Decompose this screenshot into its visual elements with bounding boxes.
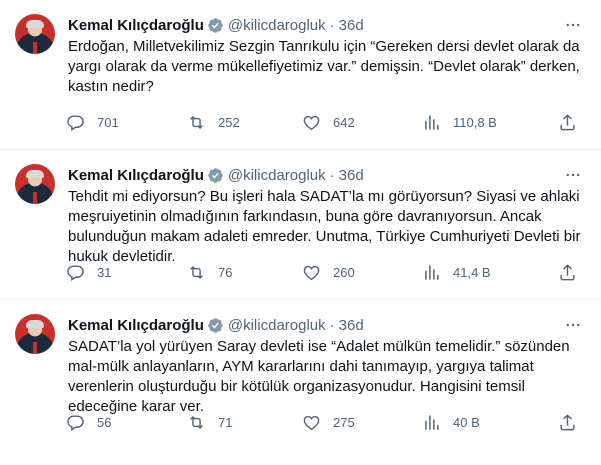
verified-badge-icon (207, 167, 224, 184)
author-name[interactable]: Kemal Kılıçdaroğlu (68, 17, 204, 34)
avatar[interactable] (15, 14, 55, 54)
retweet-count: 252 (218, 115, 240, 130)
retweet-icon (190, 115, 203, 130)
views-button[interactable]: 40 B (422, 413, 480, 432)
like-heart-icon (303, 115, 320, 131)
tweet-text: Erdoğan, Milletvekilimiz Sezgin Tanrıkul… (68, 38, 580, 95)
tweet-header: Kemal Kılıçdaroğlu @kilicdarogluk · 36d (68, 315, 586, 335)
like-button[interactable]: 275 (302, 413, 355, 432)
author-name[interactable]: Kemal Kılıçdaroğlu (68, 167, 204, 184)
reply-button[interactable]: 701 (66, 113, 119, 132)
views-bar-chart-icon (425, 265, 439, 280)
separator-dot: · (329, 166, 335, 184)
retweet-count: 71 (218, 415, 233, 430)
views-bar-chart-icon (425, 415, 439, 430)
author-handle[interactable]: @kilicdarogluk (228, 317, 326, 334)
views-count: 40 B (453, 415, 480, 430)
retweet-button[interactable]: 252 (187, 113, 240, 132)
reply-button[interactable]: 31 (66, 263, 111, 282)
share-button[interactable] (558, 263, 577, 282)
tweet-timestamp[interactable]: 36d (339, 17, 364, 34)
retweet-button[interactable]: 71 (187, 413, 232, 432)
like-heart-icon (303, 265, 320, 281)
verified-badge-icon (207, 317, 224, 334)
reply-count: 56 (97, 415, 112, 430)
author-handle[interactable]: @kilicdarogluk (228, 167, 326, 184)
share-button[interactable] (558, 413, 577, 432)
like-button[interactable]: 260 (302, 263, 355, 282)
views-count: 110,8 B (453, 115, 497, 130)
reply-count: 701 (97, 115, 119, 130)
avatar[interactable] (15, 164, 55, 204)
tweet-text: Tehdit mi ediyorsun? Bu işleri hala SADA… (68, 188, 581, 265)
tweet-feed: Kemal Kılıçdaroğlu @kilicdarogluk · 36d … (0, 0, 601, 465)
separator-dot: · (329, 16, 335, 34)
like-count: 275 (333, 415, 355, 430)
action-bar: 701 252 642 110,8 B (66, 113, 585, 133)
author-name[interactable]: Kemal Kılıçdaroğlu (68, 317, 204, 334)
retweet-icon (190, 415, 203, 430)
avatar[interactable] (15, 314, 55, 354)
reply-icon (67, 265, 84, 281)
verified-badge-icon (207, 17, 224, 34)
action-bar: 56 71 275 40 B (66, 413, 585, 433)
separator-dot: · (329, 316, 335, 334)
like-button[interactable]: 642 (302, 113, 355, 132)
more-horizontal-icon[interactable] (563, 316, 583, 334)
tweet-header: Kemal Kılıçdaroğlu @kilicdarogluk · 36d (68, 165, 586, 185)
views-count: 41,4 B (453, 265, 491, 280)
reply-icon (67, 115, 84, 131)
tweet-timestamp[interactable]: 36d (339, 317, 364, 334)
share-upload-icon (560, 114, 575, 131)
action-bar: 31 76 260 41,4 B (66, 263, 585, 283)
views-button[interactable]: 41,4 B (422, 263, 491, 282)
reply-icon (67, 415, 84, 431)
like-heart-icon (303, 415, 320, 431)
share-upload-icon (560, 414, 575, 431)
more-horizontal-icon[interactable] (563, 16, 583, 34)
reply-count: 31 (97, 265, 112, 280)
tweet-text: SADAT’la yol yürüyen Saray devleti ise “… (68, 338, 570, 415)
tweet[interactable]: Kemal Kılıçdaroğlu @kilicdarogluk · 36d … (0, 0, 601, 150)
like-count: 642 (333, 115, 355, 130)
tweet-timestamp[interactable]: 36d (339, 167, 364, 184)
share-upload-icon (560, 264, 575, 281)
retweet-count: 76 (218, 265, 233, 280)
like-count: 260 (333, 265, 355, 280)
reply-button[interactable]: 56 (66, 413, 111, 432)
tweet-header: Kemal Kılıçdaroğlu @kilicdarogluk · 36d (68, 15, 586, 35)
more-horizontal-icon[interactable] (563, 166, 583, 184)
retweet-icon (190, 265, 203, 280)
views-button[interactable]: 110,8 B (422, 113, 497, 132)
share-button[interactable] (558, 113, 577, 132)
retweet-button[interactable]: 76 (187, 263, 232, 282)
tweet[interactable]: Kemal Kılıçdaroğlu @kilicdarogluk · 36d … (0, 150, 601, 300)
author-handle[interactable]: @kilicdarogluk (228, 17, 326, 34)
tweet[interactable]: Kemal Kılıçdaroğlu @kilicdarogluk · 36d … (0, 300, 601, 450)
views-bar-chart-icon (425, 115, 439, 130)
